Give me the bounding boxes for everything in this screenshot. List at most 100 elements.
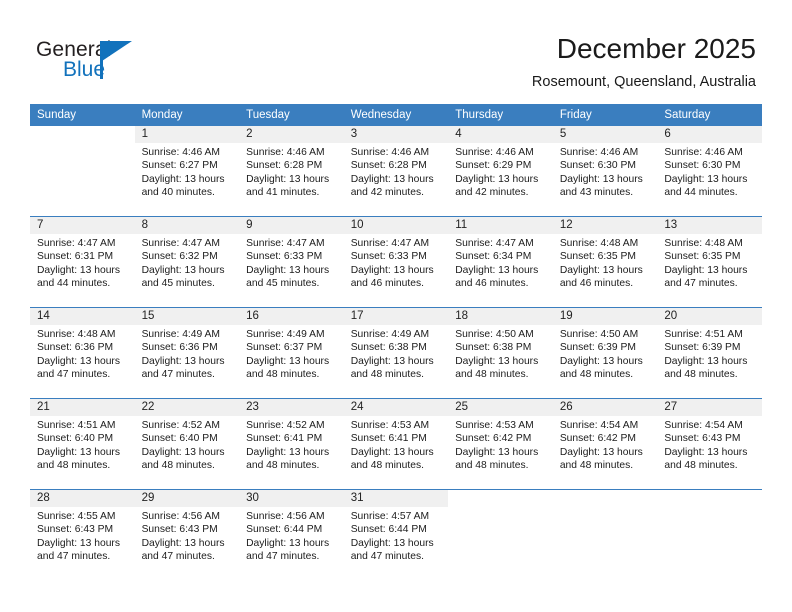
day-number: 14 xyxy=(30,308,135,325)
calendar-day-cell[interactable]: 26 Sunrise: 4:54 AM Sunset: 6:42 PM Dayligh… xyxy=(552,399,658,490)
calendar-day-cell[interactable]: 20 Sunrise: 4:51 AM Sunset: 6:39 PM Dayligh… xyxy=(657,308,762,399)
daylight-text-line1: Daylight: 13 hours xyxy=(37,446,120,458)
sunset-text: Sunset: 6:44 PM xyxy=(350,524,427,536)
sunset-text: Sunset: 6:35 PM xyxy=(664,251,741,263)
calendar-day-cell[interactable]: 23 Sunrise: 4:52 AM Sunset: 6:41 PM Dayligh… xyxy=(239,399,344,490)
day-cell: 27 Sunrise: 4:54 AM Sunset: 6:43 PM Dayligh… xyxy=(657,399,762,489)
calendar-day-cell[interactable]: 1 Sunrise: 4:46 AM Sunset: 6:27 PM Daylight… xyxy=(134,126,240,217)
day-number: 13 xyxy=(657,217,762,234)
title-block: December 2025 Rosemount, Queensland, Aus… xyxy=(532,32,756,92)
calendar-day-cell[interactable]: 24 Sunrise: 4:53 AM Sunset: 6:41 PM Dayligh… xyxy=(343,399,449,490)
daylight-text-line2: and 41 minutes. xyxy=(246,187,320,199)
day-number: 11 xyxy=(448,217,553,234)
daylight-text-line2: and 47 minutes. xyxy=(141,551,215,563)
daylight-text-line1: Daylight: 13 hours xyxy=(141,446,225,458)
daylight-text-line1: Daylight: 13 hours xyxy=(559,264,643,276)
calendar-day-cell xyxy=(448,490,553,580)
calendar-day-cell[interactable]: 31 Sunrise: 4:57 AM Sunset: 6:44 PM Dayligh… xyxy=(343,490,449,580)
daylight-text-line1: Daylight: 13 hours xyxy=(559,446,643,458)
day-number: 4 xyxy=(448,126,553,143)
calendar-day-cell[interactable]: 25 Sunrise: 4:53 AM Sunset: 6:42 PM Dayligh… xyxy=(448,399,553,490)
calendar-day-cell[interactable]: 21 Sunrise: 4:51 AM Sunset: 6:40 PM Dayligh… xyxy=(30,399,135,490)
day-cell: 6 Sunrise: 4:46 AM Sunset: 6:30 PM Daylight… xyxy=(657,126,762,216)
calendar-day-cell[interactable]: 4 Sunrise: 4:46 AM Sunset: 6:29 PM Daylight… xyxy=(448,126,553,217)
sunrise-text: Sunrise: 4:46 AM xyxy=(350,147,430,158)
calendar-day-cell[interactable]: 28 Sunrise: 4:55 AM Sunset: 6:43 PM Dayligh… xyxy=(30,490,135,580)
calendar-day-cell[interactable]: 14 Sunrise: 4:48 AM Sunset: 6:36 PM Dayligh… xyxy=(30,308,135,399)
day-number: 3 xyxy=(343,126,449,143)
calendar-day-cell[interactable]: 29 Sunrise: 4:56 AM Sunset: 6:43 PM Dayligh… xyxy=(134,490,240,580)
calendar-day-cell[interactable]: 2 Sunrise: 4:46 AM Sunset: 6:28 PM Daylight… xyxy=(239,126,344,217)
day-details: Sunrise: 4:55 AM Sunset: 6:43 PM Daylight:… xyxy=(30,507,135,564)
calendar-day-cell[interactable]: 3 Sunrise: 4:46 AM Sunset: 6:28 PM Daylight… xyxy=(343,126,449,217)
weekday-header-thursday: Thursday xyxy=(448,104,553,126)
calendar-day-cell[interactable]: 16 Sunrise: 4:49 AM Sunset: 6:37 PM Dayligh… xyxy=(239,308,344,399)
calendar-week-row: 7 Sunrise: 4:47 AM Sunset: 6:31 PM Daylight… xyxy=(30,217,762,308)
calendar-day-cell[interactable]: 27 Sunrise: 4:54 AM Sunset: 6:43 PM Dayligh… xyxy=(657,399,762,490)
day-details: Sunrise: 4:53 AM Sunset: 6:41 PM Daylight:… xyxy=(344,416,449,473)
calendar-day-cell[interactable]: 12 Sunrise: 4:48 AM Sunset: 6:35 PM Dayligh… xyxy=(552,217,658,308)
sunset-text: Sunset: 6:44 PM xyxy=(246,524,323,536)
sunrise-text: Sunrise: 4:47 AM xyxy=(455,238,534,249)
day-number: 12 xyxy=(552,217,658,234)
sunrise-text: Sunrise: 4:46 AM xyxy=(246,147,325,158)
sunrise-text: Sunrise: 4:49 AM xyxy=(350,329,430,340)
day-cell: 5 Sunrise: 4:46 AM Sunset: 6:30 PM Daylight… xyxy=(552,126,658,216)
daylight-text-line1: Daylight: 13 hours xyxy=(350,537,434,549)
calendar-day-cell[interactable]: 30 Sunrise: 4:56 AM Sunset: 6:44 PM Dayligh… xyxy=(239,490,344,580)
sunset-text: Sunset: 6:30 PM xyxy=(559,160,636,172)
day-cell: 20 Sunrise: 4:51 AM Sunset: 6:39 PM Dayligh… xyxy=(657,308,762,398)
day-details: Sunrise: 4:57 AM Sunset: 6:44 PM Daylight:… xyxy=(344,507,449,564)
day-cell: 4 Sunrise: 4:46 AM Sunset: 6:29 PM Daylight… xyxy=(448,126,553,216)
calendar-day-cell[interactable]: 9 Sunrise: 4:47 AM Sunset: 6:33 PM Daylight… xyxy=(239,217,344,308)
calendar-day-cell[interactable]: 13 Sunrise: 4:48 AM Sunset: 6:35 PM Dayligh… xyxy=(657,217,762,308)
day-details: Sunrise: 4:47 AM Sunset: 6:31 PM Daylight:… xyxy=(30,234,135,291)
daylight-text-line2: and 47 minutes. xyxy=(141,369,215,381)
calendar-day-cell[interactable]: 6 Sunrise: 4:46 AM Sunset: 6:30 PM Daylight… xyxy=(657,126,762,217)
sunrise-text: Sunrise: 4:46 AM xyxy=(455,147,534,158)
daylight-text-line1: Daylight: 13 hours xyxy=(141,355,225,367)
calendar-day-cell[interactable]: 8 Sunrise: 4:47 AM Sunset: 6:32 PM Daylight… xyxy=(134,217,240,308)
day-cell: 22 Sunrise: 4:52 AM Sunset: 6:40 PM Dayligh… xyxy=(134,399,240,489)
day-details: Sunrise: 4:47 AM Sunset: 6:33 PM Daylight:… xyxy=(344,234,449,291)
sunrise-text: Sunrise: 4:47 AM xyxy=(246,238,325,249)
calendar-day-cell xyxy=(657,490,762,580)
calendar-day-cell[interactable]: 11 Sunrise: 4:47 AM Sunset: 6:34 PM Dayligh… xyxy=(448,217,553,308)
day-details: Sunrise: 4:47 AM Sunset: 6:32 PM Daylight:… xyxy=(135,234,240,291)
empty-day-cell xyxy=(30,126,135,216)
calendar-day-cell[interactable]: 17 Sunrise: 4:49 AM Sunset: 6:38 PM Dayligh… xyxy=(343,308,449,399)
daylight-text-line2: and 46 minutes. xyxy=(559,278,634,290)
day-number: 26 xyxy=(552,399,658,416)
generalblue-logo[interactable]: General Blue xyxy=(36,38,166,86)
day-cell: 3 Sunrise: 4:46 AM Sunset: 6:28 PM Daylight… xyxy=(343,126,449,216)
calendar-day-cell[interactable]: 10 Sunrise: 4:47 AM Sunset: 6:33 PM Dayligh… xyxy=(343,217,449,308)
daylight-text-line1: Daylight: 13 hours xyxy=(455,173,539,185)
day-details: Sunrise: 4:52 AM Sunset: 6:41 PM Daylight:… xyxy=(239,416,344,473)
day-number: 7 xyxy=(30,217,135,234)
calendar-day-cell[interactable]: 19 Sunrise: 4:50 AM Sunset: 6:39 PM Dayligh… xyxy=(552,308,658,399)
calendar-header-row: Sunday Monday Tuesday Wednesday Thursday… xyxy=(30,104,762,126)
calendar-day-cell[interactable]: 18 Sunrise: 4:50 AM Sunset: 6:38 PM Dayligh… xyxy=(448,308,553,399)
day-number xyxy=(552,490,658,507)
sunrise-text: Sunrise: 4:47 AM xyxy=(37,238,116,249)
sunrise-text: Sunrise: 4:46 AM xyxy=(559,147,639,158)
daylight-text-line1: Daylight: 13 hours xyxy=(350,264,434,276)
sunrise-text: Sunrise: 4:56 AM xyxy=(141,511,220,522)
calendar-day-cell[interactable]: 5 Sunrise: 4:46 AM Sunset: 6:30 PM Daylight… xyxy=(552,126,658,217)
daylight-text-line1: Daylight: 13 hours xyxy=(246,355,330,367)
daylight-text-line2: and 48 minutes. xyxy=(664,369,738,381)
daylight-text-line2: and 48 minutes. xyxy=(455,369,529,381)
calendar-day-cell[interactable]: 22 Sunrise: 4:52 AM Sunset: 6:40 PM Dayligh… xyxy=(134,399,240,490)
day-number: 16 xyxy=(239,308,344,325)
day-cell: 14 Sunrise: 4:48 AM Sunset: 6:36 PM Dayligh… xyxy=(30,308,135,398)
sunset-text: Sunset: 6:38 PM xyxy=(350,342,427,354)
sunrise-text: Sunrise: 4:52 AM xyxy=(141,420,220,431)
calendar-day-cell[interactable]: 7 Sunrise: 4:47 AM Sunset: 6:31 PM Daylight… xyxy=(30,217,135,308)
weekday-header-monday: Monday xyxy=(134,104,240,126)
day-details: Sunrise: 4:46 AM Sunset: 6:28 PM Daylight:… xyxy=(239,143,344,200)
day-cell: 1 Sunrise: 4:46 AM Sunset: 6:27 PM Daylight… xyxy=(134,126,240,216)
daylight-text-line2: and 47 minutes. xyxy=(664,278,738,290)
calendar-day-cell xyxy=(30,126,135,217)
sunset-text: Sunset: 6:35 PM xyxy=(559,251,636,263)
calendar-day-cell[interactable]: 15 Sunrise: 4:49 AM Sunset: 6:36 PM Dayligh… xyxy=(134,308,240,399)
